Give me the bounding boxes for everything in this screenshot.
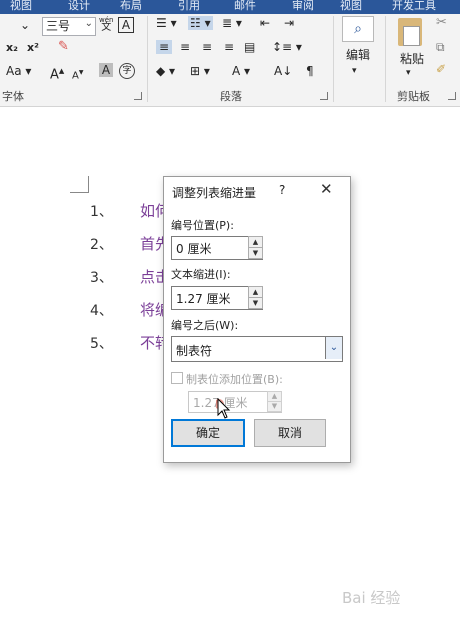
shrink-font-icon: A [72, 70, 79, 82]
tab-6[interactable]: 视图 [340, 0, 362, 13]
subscript-button[interactable]: x₂ [6, 41, 18, 55]
follow-number-label: 编号之后(W): [171, 319, 239, 332]
ribbon-tab-bar: 视图 设计 布局 引用 邮件 审阅 视图 开发工具 [0, 0, 460, 14]
mouse-pointer-icon [216, 398, 231, 419]
shrink-font-button[interactable]: A▼ [72, 66, 83, 83]
chevron-down-icon: ▾ [352, 66, 357, 76]
change-case-button[interactable]: Aa ▾ [6, 64, 31, 78]
phonetic-char-icon: 文 [101, 22, 112, 33]
close-icon[interactable]: ✕ [320, 180, 333, 198]
tab-3[interactable]: 引用 [178, 0, 200, 13]
multilevel-list-button[interactable]: ≣ ▾ [222, 16, 242, 30]
spin-down-icon: ▼ [267, 401, 282, 412]
follow-number-select[interactable]: 制表符 ⌄ [171, 336, 343, 362]
spin-down-icon[interactable]: ▼ [248, 297, 263, 309]
chevron-down-icon: ⌄ [84, 18, 93, 29]
ok-button[interactable]: 确定 [171, 419, 245, 447]
clear-formatting-icon[interactable]: ✎ [58, 40, 69, 54]
number-position-value: 0 厘米 [176, 242, 212, 256]
asian-layout-button[interactable]: A ▾ [232, 64, 250, 78]
enclose-characters-icon[interactable]: 字 [119, 63, 135, 79]
font-dialog-launcher-icon[interactable] [134, 92, 142, 100]
separator [333, 16, 334, 102]
add-tab-stop-label: 制表位添加位置(B): [186, 373, 283, 386]
font-group-label: 字体 [2, 90, 24, 103]
paste-icon[interactable] [398, 18, 422, 46]
number-position-spinner[interactable]: 0 厘米 ▲ ▼ [171, 236, 263, 260]
adjust-list-indents-dialog: 调整列表缩进量 ? ✕ 编号位置(P): 0 厘米 ▲ ▼ 文本缩进(I): 1… [163, 176, 351, 463]
phonetic-guide-button[interactable]: wén 文 [98, 15, 114, 33]
list-number: 3、 [90, 270, 113, 286]
tab-5[interactable]: 审阅 [292, 0, 314, 13]
shading-button[interactable]: ◆ ▾ [156, 64, 175, 78]
copy-icon[interactable]: ⧉ [436, 40, 445, 54]
tab-1[interactable]: 设计 [68, 0, 90, 13]
list-number: 4、 [90, 303, 113, 319]
list-number: 2、 [90, 237, 113, 253]
font-size-dropdown[interactable]: 三号 ⌄ [42, 17, 96, 36]
tab-7[interactable]: 开发工具 [392, 0, 436, 13]
grow-font-button[interactable]: A▲ [50, 64, 64, 82]
borders-button[interactable]: ⊞ ▾ [190, 64, 210, 78]
clipboard-dialog-launcher-icon[interactable] [448, 92, 456, 100]
cut-icon[interactable]: ✂ [436, 16, 447, 30]
numbering-button[interactable]: ☷ ▾ [188, 16, 213, 30]
chevron-down-icon: ▾ [406, 68, 411, 78]
chevron-down-icon[interactable]: ⌄ [325, 337, 342, 359]
paragraph-group-label: 段落 [220, 90, 242, 103]
paragraph-dialog-launcher-icon[interactable] [320, 92, 328, 100]
character-border-icon[interactable]: A [118, 17, 134, 33]
align-right-icon[interactable]: ≡ [202, 40, 212, 54]
tab-0[interactable]: 视图 [10, 0, 32, 13]
superscript-button[interactable]: x² [27, 41, 39, 55]
dialog-title: 调整列表缩进量 [172, 186, 257, 200]
justify-icon[interactable]: ≡ [224, 40, 234, 54]
distributed-icon[interactable]: ▤ [244, 40, 255, 54]
tab-stop-spinner: 1.27 厘米 ▲ ▼ [188, 391, 282, 413]
search-icon[interactable]: ⌕ [342, 16, 374, 42]
font-name-dropdown-arrow[interactable]: ⌄ [20, 18, 30, 32]
clipboard-group-label: 剪贴板 [397, 90, 430, 103]
add-tab-stop-checkbox[interactable] [171, 372, 183, 384]
text-indent-spinner[interactable]: 1.27 厘米 ▲ ▼ [171, 286, 263, 310]
grow-font-icon: A [50, 67, 59, 83]
align-left-icon[interactable]: ≡ [156, 40, 172, 54]
sort-icon[interactable]: A↓ [274, 64, 292, 78]
paste-button-label[interactable]: 粘贴 [400, 52, 424, 66]
decrease-indent-icon[interactable]: ⇤ [260, 16, 270, 30]
show-formatting-icon[interactable]: ¶ [306, 64, 314, 78]
cancel-button[interactable]: 取消 [254, 419, 326, 447]
editing-button-label[interactable]: 编辑 [346, 48, 370, 62]
watermark: Bai 经验 [342, 589, 401, 607]
font-size-value: 三号 [46, 19, 71, 33]
format-painter-icon[interactable]: ✐ [436, 62, 446, 76]
text-indent-label: 文本缩进(I): [171, 268, 231, 281]
text-indent-value: 1.27 厘米 [176, 292, 231, 306]
spin-down-icon[interactable]: ▼ [248, 247, 263, 259]
align-center-icon[interactable]: ≡ [180, 40, 190, 54]
character-shading-icon[interactable]: A [99, 63, 113, 77]
increase-indent-icon[interactable]: ⇥ [284, 16, 294, 30]
separator [385, 16, 386, 102]
bullets-button[interactable]: ☰ ▾ [156, 16, 177, 30]
margin-corner-mark [70, 176, 89, 193]
tab-2[interactable]: 布局 [120, 0, 142, 13]
follow-number-value: 制表符 [176, 344, 213, 358]
number-position-label: 编号位置(P): [171, 219, 234, 232]
separator [147, 16, 148, 102]
change-case-label: Aa [6, 64, 22, 78]
line-spacing-button[interactable]: ↕≡ ▾ [272, 40, 302, 54]
help-button[interactable]: ? [279, 183, 285, 197]
list-number: 5、 [90, 336, 113, 352]
tab-4[interactable]: 邮件 [234, 0, 256, 13]
list-number: 1、 [90, 204, 113, 220]
ribbon: ⌄ 三号 ⌄ wén 文 A x₂ x² ✎ Aa ▾ A▲ A▼ A 字 字体… [0, 14, 460, 107]
